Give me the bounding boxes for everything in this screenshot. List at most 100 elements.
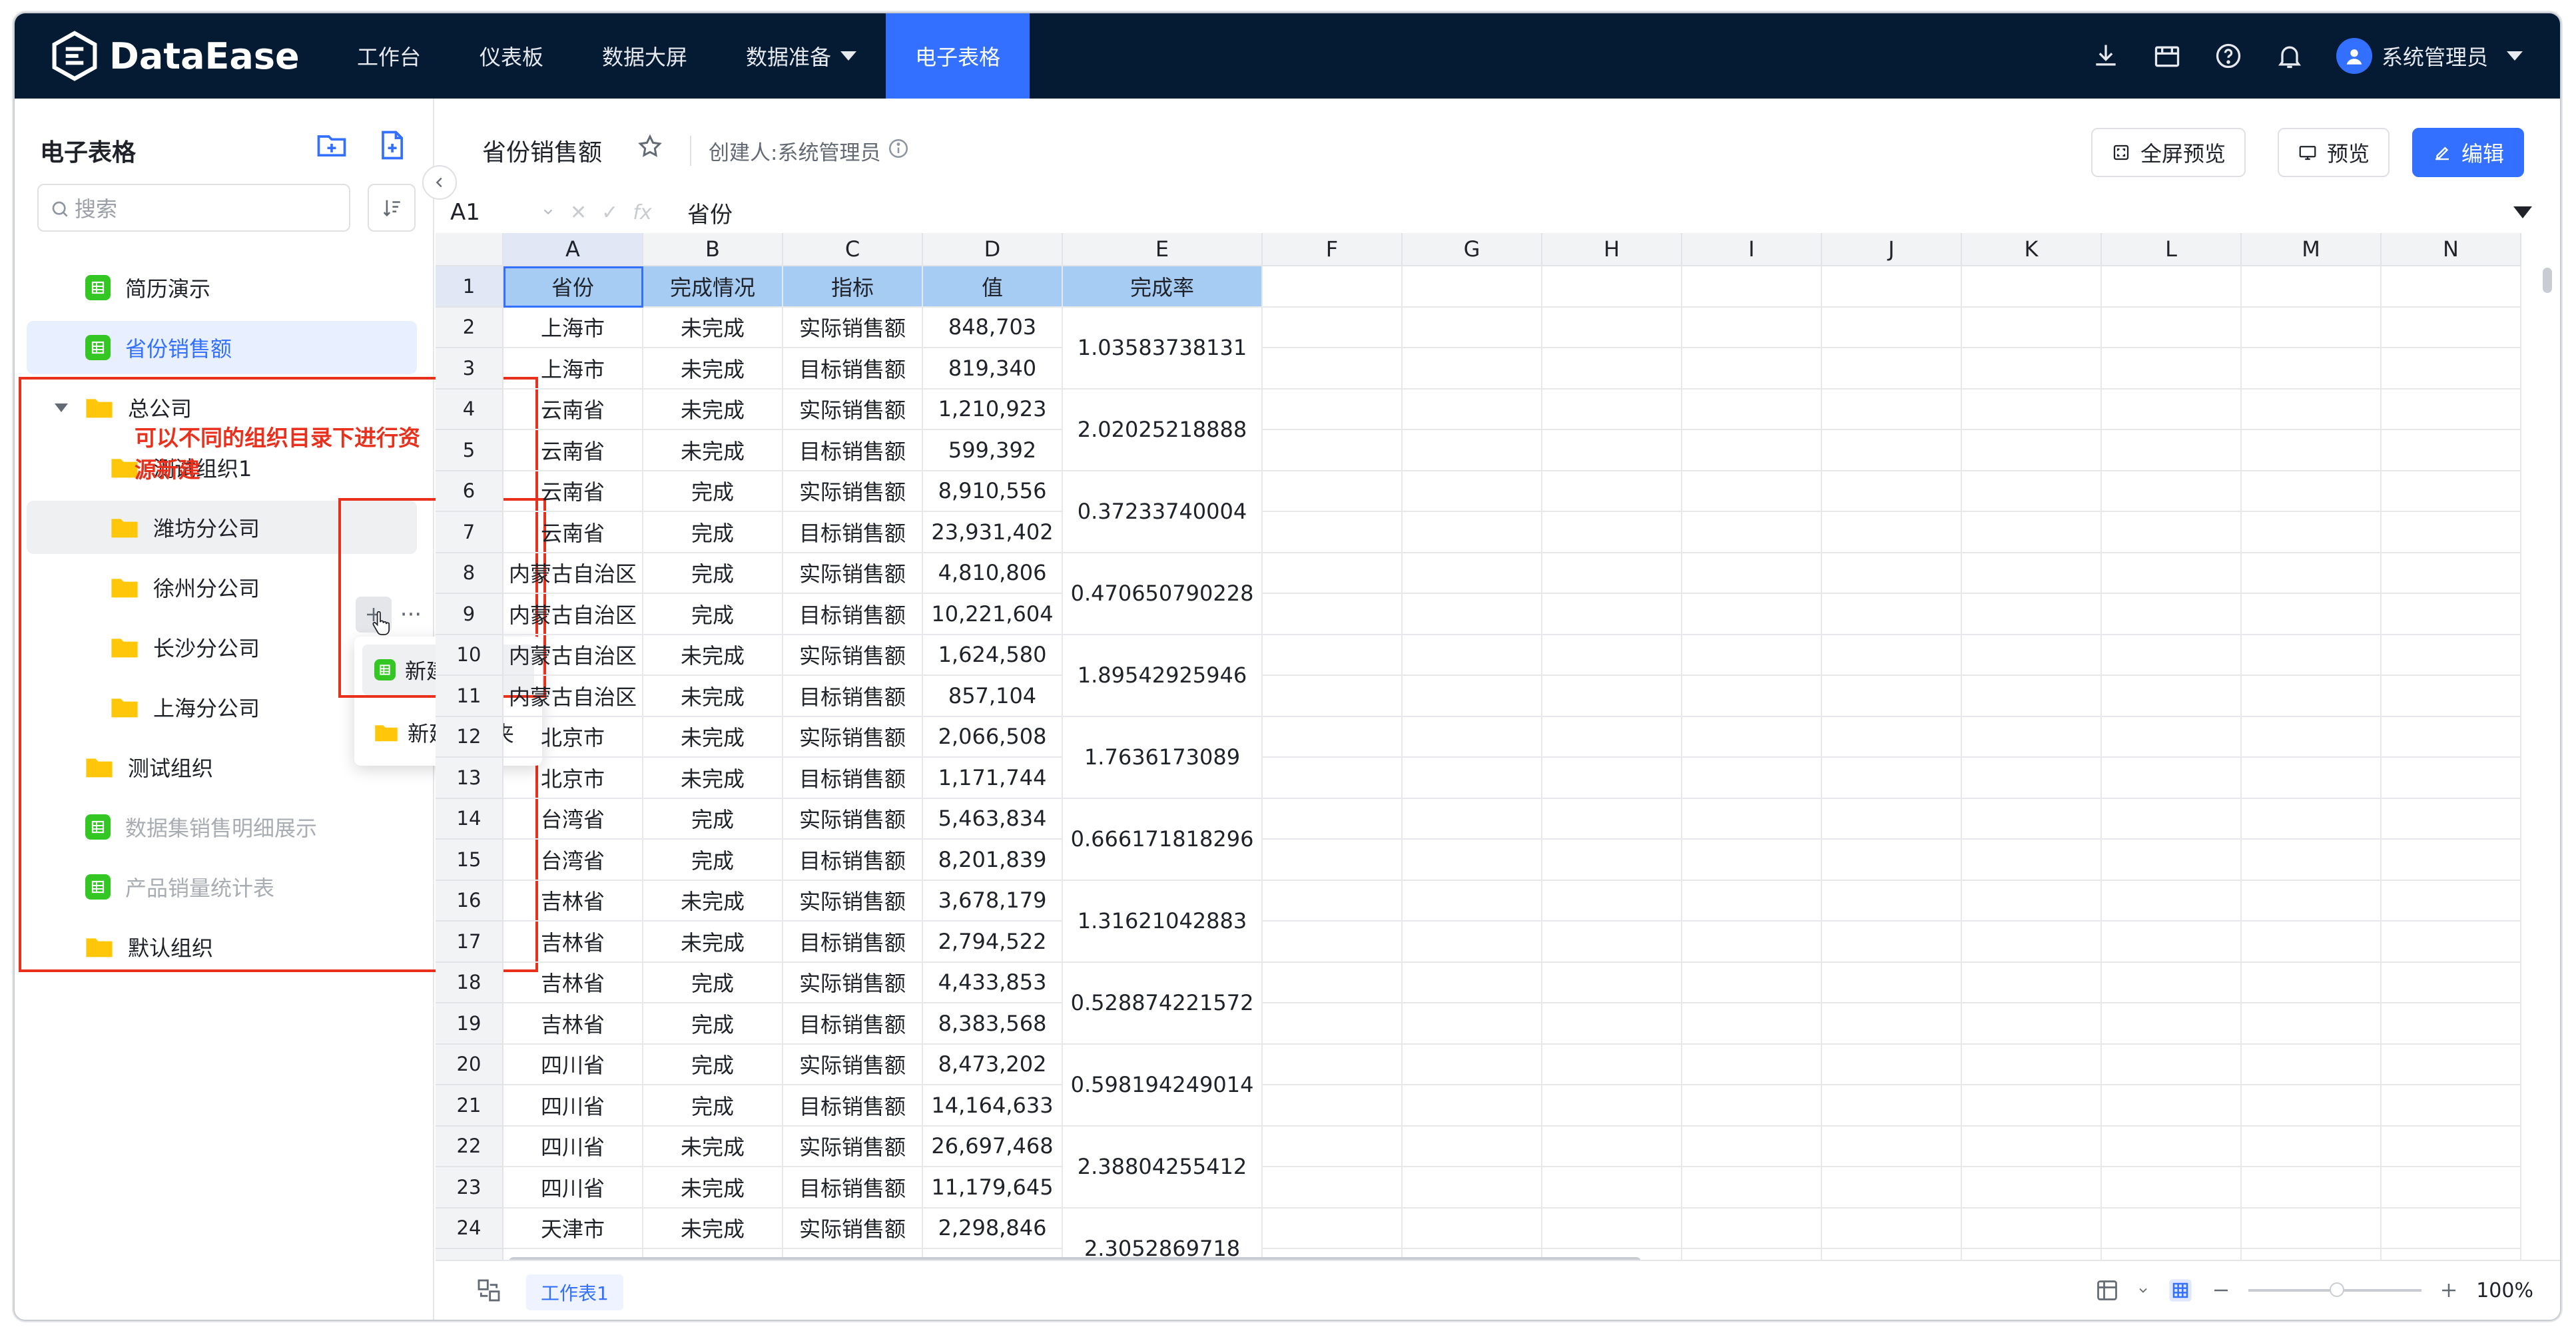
table-cell[interactable] [1962, 798, 2102, 840]
table-cell[interactable] [1542, 471, 1682, 512]
table-cell[interactable] [1682, 1126, 1822, 1167]
table-cell[interactable] [2242, 676, 2382, 717]
table-cell[interactable] [1263, 594, 1403, 635]
table-cell[interactable] [1822, 307, 1962, 348]
rate-cell[interactable]: 0.598194249014 [1063, 1044, 1263, 1127]
table-cell[interactable]: 实际销售额 [783, 307, 923, 348]
table-cell[interactable]: 8,201,839 [923, 840, 1063, 881]
table-cell[interactable] [2102, 758, 2242, 799]
table-cell[interactable] [2102, 635, 2242, 676]
row-header[interactable]: 3 [436, 348, 503, 390]
table-cell[interactable]: 11,179,645 [923, 1167, 1063, 1208]
table-cell[interactable] [2102, 1126, 2242, 1167]
table-cell[interactable] [1403, 758, 1542, 799]
table-cell[interactable]: 目标销售额 [783, 1085, 923, 1127]
table-cell[interactable] [1962, 1126, 2102, 1167]
table-cell[interactable] [2382, 922, 2521, 963]
table-cell[interactable] [1403, 1085, 1542, 1127]
rate-cell[interactable]: 2.38804255412 [1063, 1126, 1263, 1208]
table-cell[interactable]: 23,931,402 [923, 512, 1063, 553]
table-cell[interactable]: 四川省 [503, 1126, 643, 1167]
rate-cell[interactable]: 1.7636173089 [1063, 716, 1263, 799]
table-cell[interactable]: 内蒙古自治区 [503, 635, 643, 676]
table-cell[interactable] [1962, 1085, 2102, 1127]
table-cell[interactable] [2242, 430, 2382, 471]
table-cell[interactable] [1403, 307, 1542, 348]
column-header[interactable]: F [1263, 233, 1403, 266]
table-cell[interactable] [1822, 880, 1962, 922]
table-cell[interactable]: 8,383,568 [923, 1003, 1063, 1045]
table-cell[interactable] [1263, 840, 1403, 881]
table-cell[interactable] [1542, 635, 1682, 676]
table-cell[interactable]: 天津市 [503, 1208, 643, 1249]
column-header[interactable]: D [923, 233, 1063, 266]
notification-bell-icon[interactable] [2275, 41, 2304, 71]
info-icon[interactable] [887, 137, 910, 160]
edit-button[interactable]: 编辑 [2412, 128, 2524, 177]
nav-dashboard[interactable]: 仪表板 [450, 13, 573, 99]
freeze-icon[interactable] [2095, 1278, 2119, 1302]
rate-cell[interactable]: 1.31621042883 [1063, 880, 1263, 963]
table-cell[interactable]: 实际销售额 [783, 1208, 923, 1249]
table-cell[interactable] [2242, 716, 2382, 758]
table-cell[interactable] [1263, 430, 1403, 471]
row-header[interactable]: 19 [436, 1003, 503, 1045]
row-header[interactable]: 23 [436, 1167, 503, 1208]
row-header[interactable]: 22 [436, 1126, 503, 1167]
nav-data-screen[interactable]: 数据大屏 [573, 13, 717, 99]
table-cell[interactable] [2242, 758, 2382, 799]
table-cell[interactable] [1542, 922, 1682, 963]
table-cell[interactable] [1263, 880, 1403, 922]
table-cell[interactable] [1822, 922, 1962, 963]
table-cell[interactable] [1682, 512, 1822, 553]
table-cell[interactable] [2382, 389, 2521, 430]
tree-item-resume-demo[interactable]: 简历演示 [27, 261, 417, 314]
table-cell[interactable] [2382, 798, 2521, 840]
table-cell[interactable]: 北京市 [503, 716, 643, 758]
table-cell[interactable] [1403, 716, 1542, 758]
chevron-down-icon[interactable] [2136, 1284, 2150, 1297]
table-cell[interactable] [1682, 962, 1822, 1003]
header-cell[interactable]: 值 [923, 266, 1063, 308]
row-header[interactable]: 5 [436, 430, 503, 471]
table-cell[interactable]: 未完成 [643, 430, 783, 471]
table-cell[interactable] [1822, 348, 1962, 390]
sheet-list-icon[interactable] [476, 1277, 502, 1304]
table-cell[interactable] [2382, 635, 2521, 676]
nav-workbench[interactable]: 工作台 [328, 13, 450, 99]
header-cell[interactable]: 指标 [783, 266, 923, 308]
table-cell[interactable]: 云南省 [503, 430, 643, 471]
table-cell[interactable] [1962, 840, 2102, 881]
table-cell[interactable] [1962, 594, 2102, 635]
table-cell[interactable] [1962, 389, 2102, 430]
table-cell[interactable] [2382, 962, 2521, 1003]
table-cell[interactable]: 1,624,580 [923, 635, 1063, 676]
table-cell[interactable]: 内蒙古自治区 [503, 676, 643, 717]
table-cell[interactable] [1542, 880, 1682, 922]
table-cell[interactable] [1542, 594, 1682, 635]
table-cell[interactable]: 完成 [643, 1003, 783, 1045]
table-cell[interactable] [2382, 1249, 2521, 1260]
column-header[interactable]: J [1822, 233, 1962, 266]
table-cell[interactable] [2242, 798, 2382, 840]
table-cell[interactable]: 未完成 [643, 1167, 783, 1208]
table-cell[interactable]: 实际销售额 [783, 471, 923, 512]
table-cell[interactable] [1962, 635, 2102, 676]
table-cell[interactable] [2102, 471, 2242, 512]
table-cell[interactable]: 26,697,468 [923, 1126, 1063, 1167]
table-cell[interactable] [2242, 307, 2382, 348]
table-cell[interactable]: 四川省 [503, 1085, 643, 1127]
table-cell[interactable] [1542, 430, 1682, 471]
table-cell[interactable] [1542, 758, 1682, 799]
table-cell[interactable] [1962, 471, 2102, 512]
table-cell[interactable]: 云南省 [503, 471, 643, 512]
table-cell[interactable]: 实际销售额 [783, 716, 923, 758]
user-menu[interactable]: 系统管理员 [2336, 38, 2523, 74]
table-cell[interactable] [1822, 471, 1962, 512]
table-cell[interactable]: 北京市 [503, 758, 643, 799]
table-cell[interactable] [1263, 1085, 1403, 1127]
table-cell[interactable] [1962, 307, 2102, 348]
table-cell[interactable]: 实际销售额 [783, 553, 923, 594]
column-header[interactable]: K [1962, 233, 2102, 266]
table-cell[interactable] [1682, 471, 1822, 512]
